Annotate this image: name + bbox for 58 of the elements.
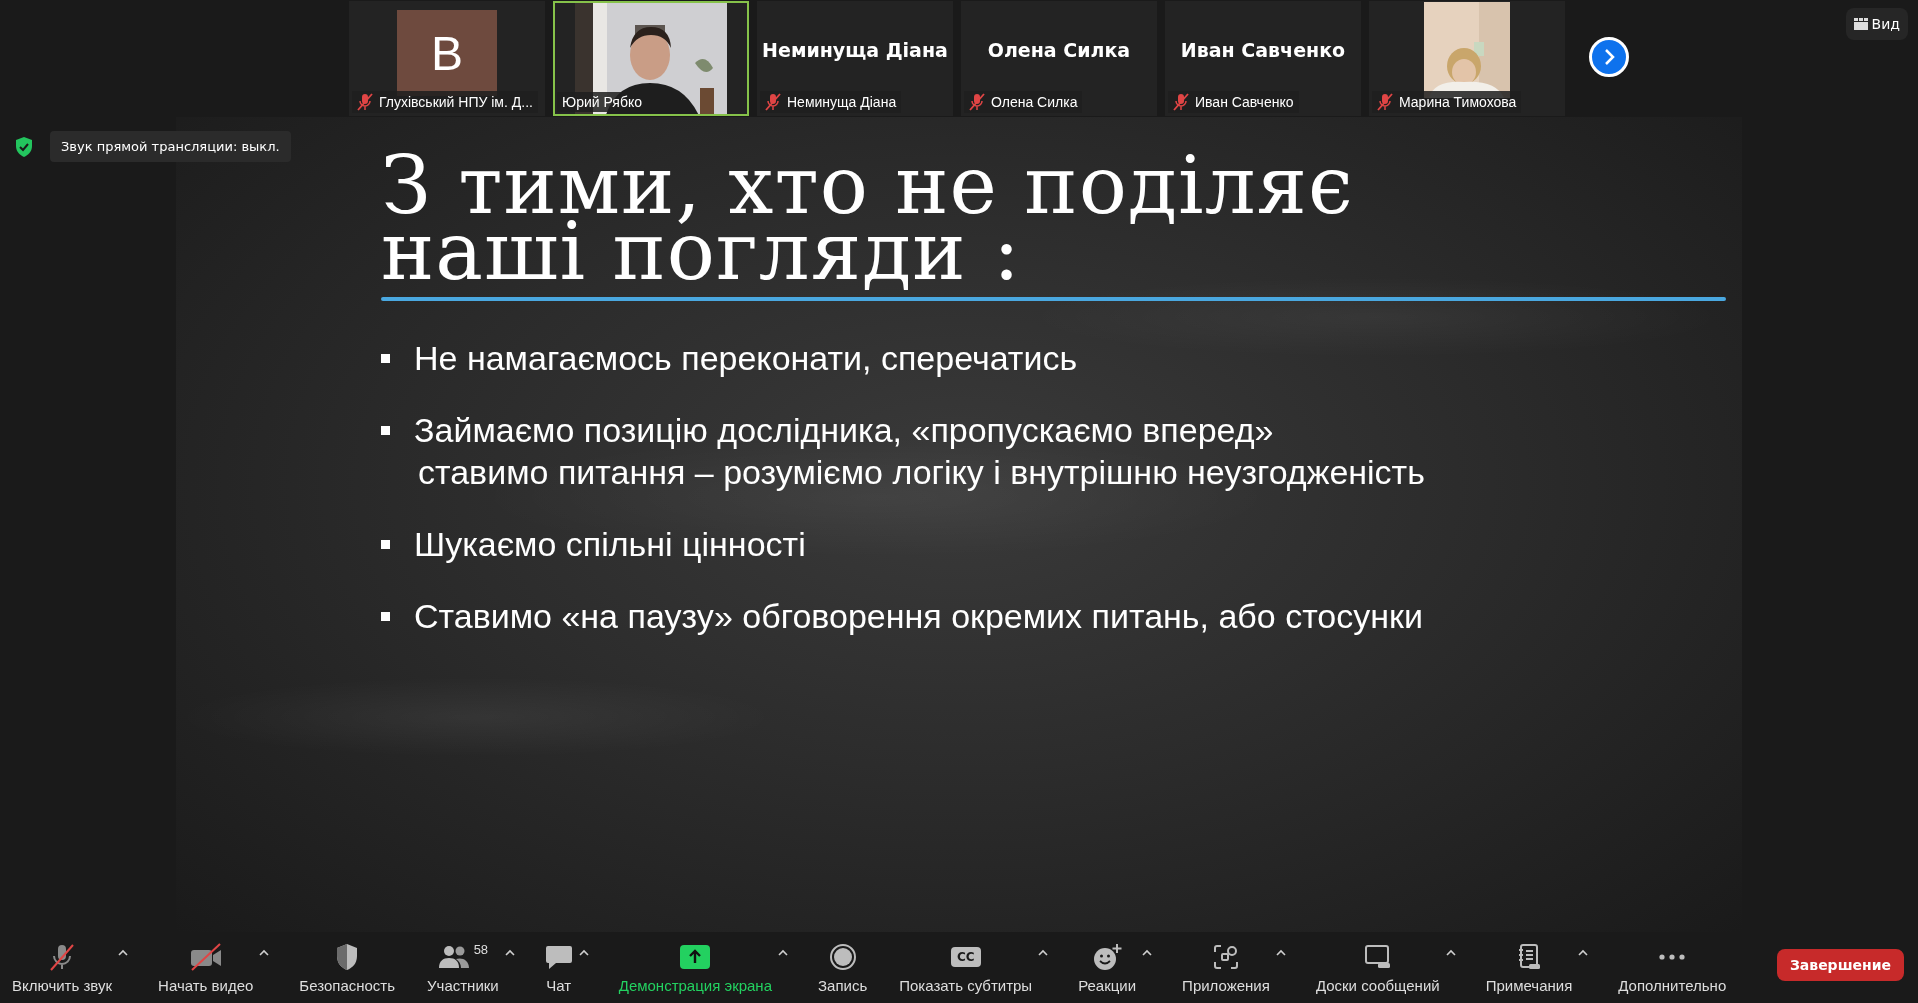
bullet-text: Не намагаємось переконати, сперечатись bbox=[414, 338, 1078, 379]
stream-audio-notice: Звук прямой трансляции: выкл. bbox=[50, 131, 291, 162]
notebook-icon bbox=[1516, 942, 1541, 971]
participant-label: Иван Савченко bbox=[1195, 94, 1294, 110]
next-page-button[interactable] bbox=[1589, 36, 1629, 77]
bullet-icon bbox=[381, 612, 390, 621]
apps-icon bbox=[1213, 943, 1239, 970]
whiteboard-icon bbox=[1363, 943, 1392, 970]
participant-tile[interactable]: Иван Савченко Иван Савченко bbox=[1165, 1, 1361, 116]
toolbar-button[interactable]: Дополнительно bbox=[1614, 936, 1731, 1000]
end-meeting-button[interactable]: Завершение bbox=[1776, 949, 1904, 981]
participant-tile[interactable]: Марина Тимохова bbox=[1369, 1, 1565, 116]
participant-name: Неминуща Діана bbox=[762, 38, 948, 61]
participant-count: 58 bbox=[473, 942, 489, 957]
caret-up-icon[interactable] bbox=[776, 948, 790, 958]
chevron-right-icon bbox=[1603, 47, 1615, 66]
bullet-icon bbox=[381, 540, 390, 549]
muted-camera-icon bbox=[188, 942, 223, 971]
toolbar-button[interactable]: 58 Участники bbox=[423, 936, 503, 1000]
participant-tile[interactable]: Юрий Рябко bbox=[553, 1, 749, 116]
toolbar-button[interactable]: Начать видео bbox=[154, 936, 258, 1000]
shield-icon bbox=[335, 942, 360, 971]
participant-label: Марина Тимохова bbox=[1399, 94, 1517, 110]
participants-icon bbox=[437, 943, 470, 970]
bullet-text: Займаємо позицію дослідника, «пропускаємо вперед» ставимо питання – розуміємо логіку і внутрішню неузгодженість bbox=[414, 410, 1425, 493]
toolbar-button[interactable]: Демонстрация экрана bbox=[614, 936, 776, 1000]
slide-title: З тими, хто не поділяє наші погляди : bbox=[381, 139, 1354, 297]
participant-label: Юрий Рябко bbox=[562, 94, 642, 110]
participant-label: Глухівський НПУ ім. Д... bbox=[379, 94, 533, 110]
participant-label: Олена Силка bbox=[991, 94, 1078, 110]
toolbar-button[interactable]: CC Показать субтитры bbox=[895, 936, 1037, 1000]
more-icon bbox=[1658, 952, 1687, 961]
toolbar-button[interactable]: Доски сообщений bbox=[1311, 936, 1444, 1000]
toolbar-button[interactable]: Чат bbox=[540, 936, 577, 1000]
shield-check-icon bbox=[14, 135, 34, 158]
participant-name: Олена Силка bbox=[987, 38, 1131, 61]
toolbar-button[interactable]: Приложения bbox=[1178, 936, 1274, 1000]
toolbar-button[interactable]: Примечания bbox=[1481, 936, 1577, 1000]
captions-icon: CC bbox=[950, 946, 981, 967]
share-screen-icon bbox=[680, 944, 711, 969]
bullet-icon bbox=[381, 426, 390, 435]
participant-tile[interactable]: B Глухівський НПУ ім. Д... bbox=[349, 1, 545, 116]
bullet-icon bbox=[381, 354, 390, 363]
bullet-text: Ставимо «на паузу» обговорення окремих питань, або стосунки bbox=[414, 596, 1423, 637]
toolbar-button[interactable]: Запись bbox=[814, 936, 872, 1000]
smiley-plus-icon bbox=[1092, 942, 1123, 971]
toolbar-button[interactable]: Включить звук bbox=[8, 936, 117, 1000]
muted-microphone-icon bbox=[48, 942, 76, 971]
grid-icon bbox=[1853, 18, 1868, 30]
bullet-text: Шукаємо спільні цінності bbox=[414, 524, 806, 565]
toolbar-button[interactable]: Безопасность bbox=[295, 936, 400, 1000]
participant-label: Неминуща Діана bbox=[787, 94, 897, 110]
toolbar-button[interactable]: Реакции bbox=[1074, 936, 1141, 1000]
view-button[interactable]: Вид bbox=[1845, 8, 1908, 40]
participant-name: Иван Савченко bbox=[1180, 38, 1346, 61]
participant-tile[interactable]: Неминуща Діана Неминуща Діана bbox=[757, 1, 953, 116]
record-icon bbox=[828, 942, 857, 971]
participant-tile[interactable]: Олена Силка Олена Силка bbox=[961, 1, 1157, 116]
